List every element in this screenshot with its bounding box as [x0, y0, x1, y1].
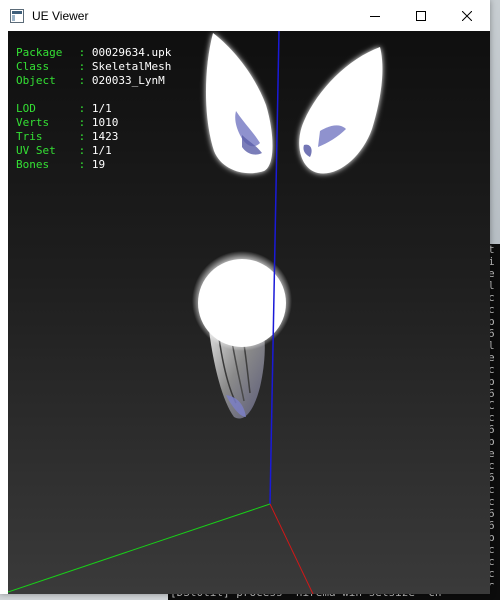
x-axis-line — [269, 503, 314, 594]
info-row-lod: LOD : 1/1 — [16, 102, 112, 115]
3d-viewport[interactable]: Package : 00029634.upk Class : SkeletalM… — [8, 31, 490, 594]
info-row-tris: Tris : 1423 — [16, 130, 119, 143]
title-bar[interactable]: UE Viewer — [0, 0, 490, 31]
info-row-object: Object : 020033_LynM — [16, 74, 165, 87]
maximize-button[interactable] — [398, 0, 444, 31]
info-row-bones: Bones : 19 — [16, 158, 106, 171]
y-axis-line — [8, 503, 271, 593]
window-title: UE Viewer — [32, 8, 89, 23]
maximize-icon — [416, 6, 426, 25]
app-icon — [9, 8, 25, 24]
tail-mesh — [192, 251, 292, 419]
right-ear-mesh — [299, 47, 383, 174]
info-row-uv-set: UV Set : 1/1 — [16, 144, 112, 157]
close-button[interactable] — [444, 0, 490, 31]
minimize-icon — [370, 6, 380, 25]
info-row-class: Class : SkeletalMesh — [16, 60, 172, 73]
minimize-button[interactable] — [352, 0, 398, 31]
info-row-package: Package : 00029634.upk — [16, 46, 172, 59]
close-icon — [461, 6, 473, 25]
mesh-info-overlay: Package : 00029634.upk Class : SkeletalM… — [16, 46, 171, 172]
ue-viewer-window[interactable]: UE Viewer Package: 00029634.upk Class:… — [0, 0, 490, 594]
left-ear-mesh — [205, 33, 273, 174]
info-row-verts: Verts : 1010 — [16, 116, 119, 129]
